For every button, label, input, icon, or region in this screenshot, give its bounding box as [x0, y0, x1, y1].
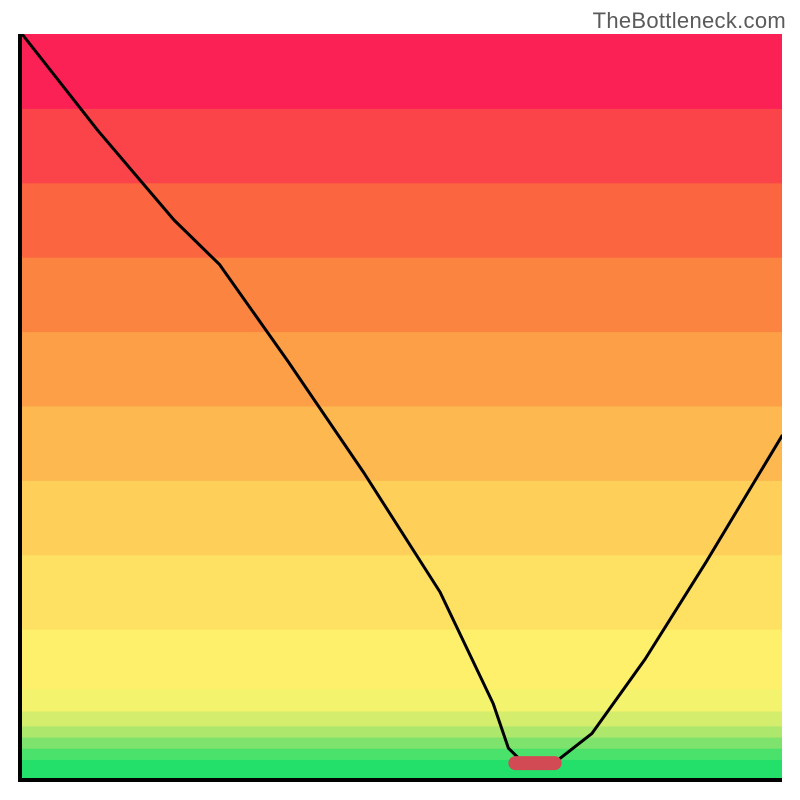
plot-area	[18, 34, 782, 782]
background-band	[22, 183, 782, 258]
chart-container: TheBottleneck.com	[0, 0, 800, 800]
background-band	[22, 257, 782, 332]
background-band	[22, 759, 782, 778]
background-band	[22, 689, 782, 712]
chart-svg	[22, 34, 782, 778]
background-band	[22, 555, 782, 630]
background-band	[22, 34, 782, 109]
optimal-marker	[508, 756, 561, 770]
background-band	[22, 480, 782, 555]
background-band	[22, 748, 782, 760]
background-band	[22, 726, 782, 738]
background-band	[22, 108, 782, 183]
watermark-text: TheBottleneck.com	[593, 8, 786, 34]
background-band	[22, 711, 782, 726]
background-band	[22, 406, 782, 481]
background-band	[22, 332, 782, 407]
background-band	[22, 629, 782, 689]
background-band	[22, 737, 782, 749]
